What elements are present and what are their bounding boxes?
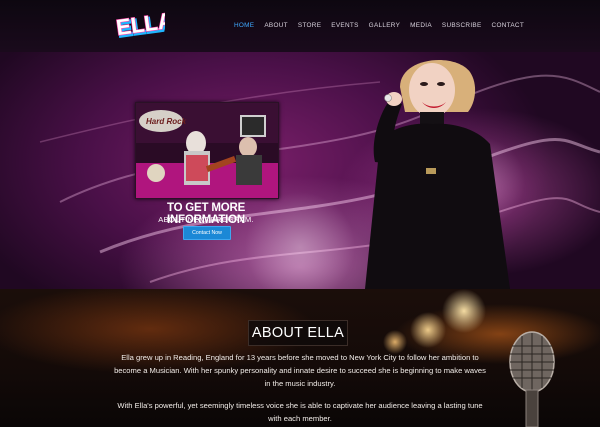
nav-home[interactable]: HOME xyxy=(234,22,254,29)
ella-logo-icon[interactable]: ELLA ELLA ELLA xyxy=(115,4,165,44)
promo-subtitle: ABOUT NEXT PROGRAM. xyxy=(158,215,254,224)
nav-contact[interactable]: CONTACT xyxy=(492,22,525,29)
site-header: ELLA ELLA ELLA HOME ABOUT STORE EVENTS G… xyxy=(0,0,600,52)
nav-about[interactable]: ABOUT xyxy=(264,22,288,29)
nav-gallery[interactable]: GALLERY xyxy=(369,22,400,29)
about-paragraph-line: Ella grew up in Reading, England for 13 … xyxy=(121,353,479,362)
about-title: ABOUT ELLA xyxy=(248,320,348,346)
singer-photo xyxy=(365,60,510,289)
about-paragraph-line: with each member. xyxy=(268,414,332,423)
microphone-icon xyxy=(509,331,555,427)
nav-subscribe[interactable]: SUBSCRIBE xyxy=(442,22,482,29)
main-nav: HOME ABOUT STORE EVENTS GALLERY MEDIA SU… xyxy=(234,22,534,29)
about-paragraph-line: With Ella's powerful, yet seemingly time… xyxy=(117,401,483,410)
photo-sign-text: Hard Rock xyxy=(146,117,187,126)
about-paragraph-line: in the music industry. xyxy=(264,379,336,388)
band-photo[interactable]: Hard Rock xyxy=(135,102,279,199)
nav-store[interactable]: STORE xyxy=(298,22,321,29)
nav-media[interactable]: MEDIA xyxy=(410,22,432,29)
about-paragraph-line: become a Musician. With her spunky perso… xyxy=(114,366,486,375)
hero-banner: Hard Rock TO GET MORE INFORMATION ABOUT … xyxy=(0,52,600,289)
nav-events[interactable]: EVENTS xyxy=(331,22,358,29)
contact-now-button[interactable]: Contact Now xyxy=(183,226,231,240)
about-section: ABOUT ELLA Ella grew up in Reading, Engl… xyxy=(0,289,600,427)
